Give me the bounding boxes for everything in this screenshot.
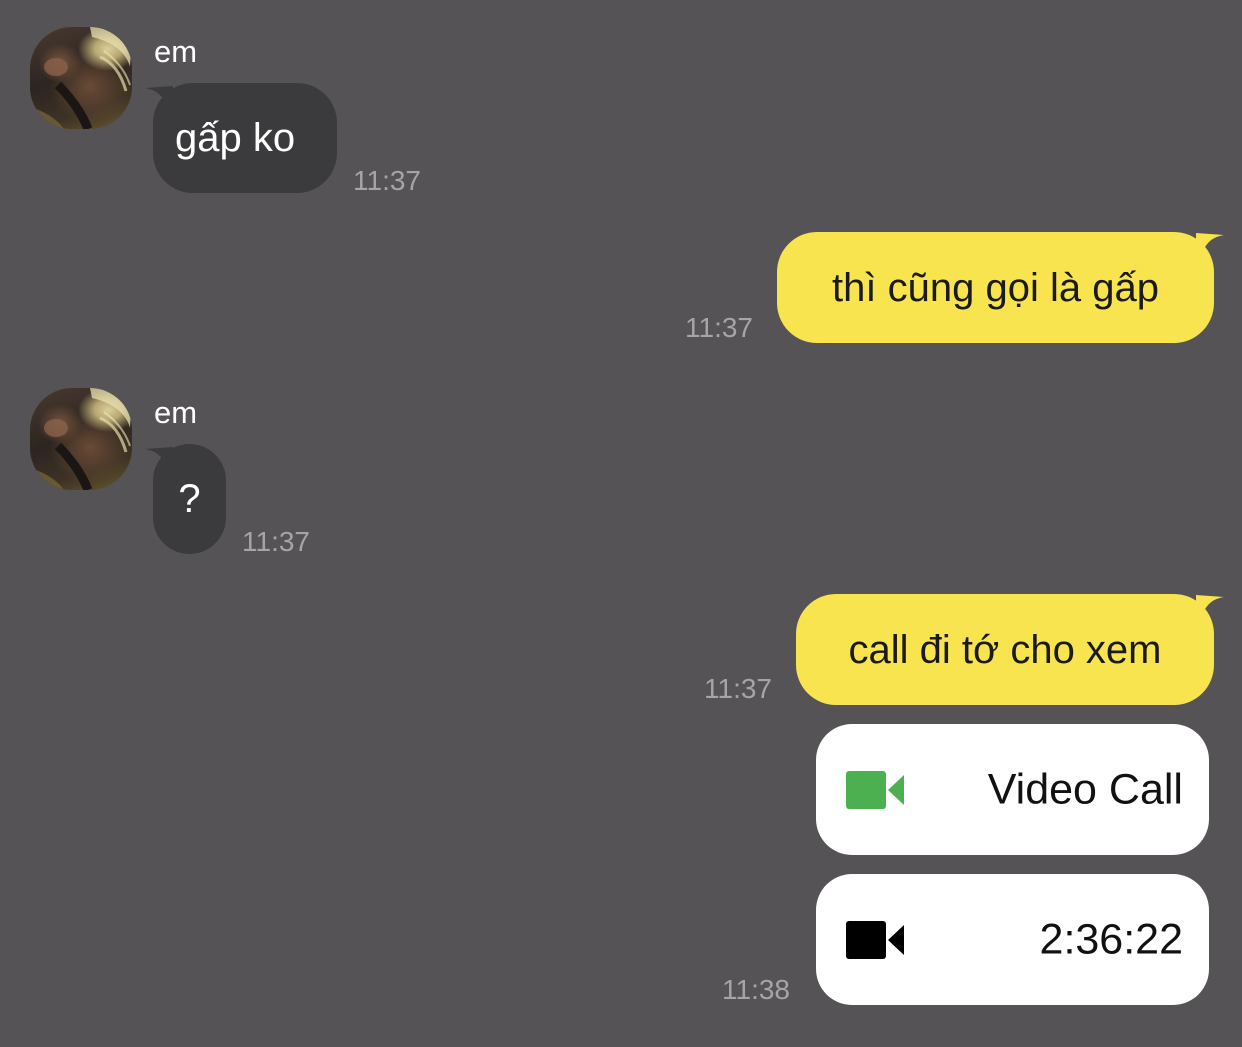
message-bubble-incoming[interactable]: gấp ko — [153, 83, 337, 193]
message-bubble-outgoing[interactable]: thì cũng gọi là gấp — [777, 232, 1214, 343]
message-timestamp: 11:37 — [353, 165, 421, 196]
message-bubble-outgoing[interactable]: call đi tớ cho xem — [796, 594, 1214, 705]
message-bubble-incoming[interactable]: ? — [153, 444, 226, 554]
bubble-tail — [1196, 595, 1224, 623]
video-camera-icon — [846, 920, 904, 959]
message-text: thì cũng gọi là gấp — [832, 265, 1159, 310]
message-timestamp: 11:38 — [722, 974, 790, 1005]
avatar-photo — [30, 27, 132, 129]
avatar[interactable] — [30, 388, 132, 490]
sender-name: em — [154, 34, 198, 69]
message-timestamp: 11:37 — [685, 312, 753, 343]
call-duration-card[interactable]: 2:36:22 — [816, 874, 1209, 1005]
avatar[interactable] — [30, 27, 132, 129]
bubble-tail — [1196, 233, 1224, 261]
message-timestamp: 11:37 — [704, 673, 772, 704]
video-camera-icon — [846, 770, 904, 809]
message-text: gấp ko — [175, 116, 296, 160]
call-duration-label: 2:36:22 — [1039, 915, 1183, 963]
message-text: ? — [178, 477, 201, 521]
video-call-label: Video Call — [987, 765, 1183, 813]
video-call-card[interactable]: Video Call — [816, 724, 1209, 855]
message-timestamp: 11:37 — [242, 526, 310, 557]
message-text: call đi tớ cho xem — [848, 627, 1162, 672]
sender-name: em — [154, 395, 198, 430]
avatar-photo — [30, 388, 132, 490]
